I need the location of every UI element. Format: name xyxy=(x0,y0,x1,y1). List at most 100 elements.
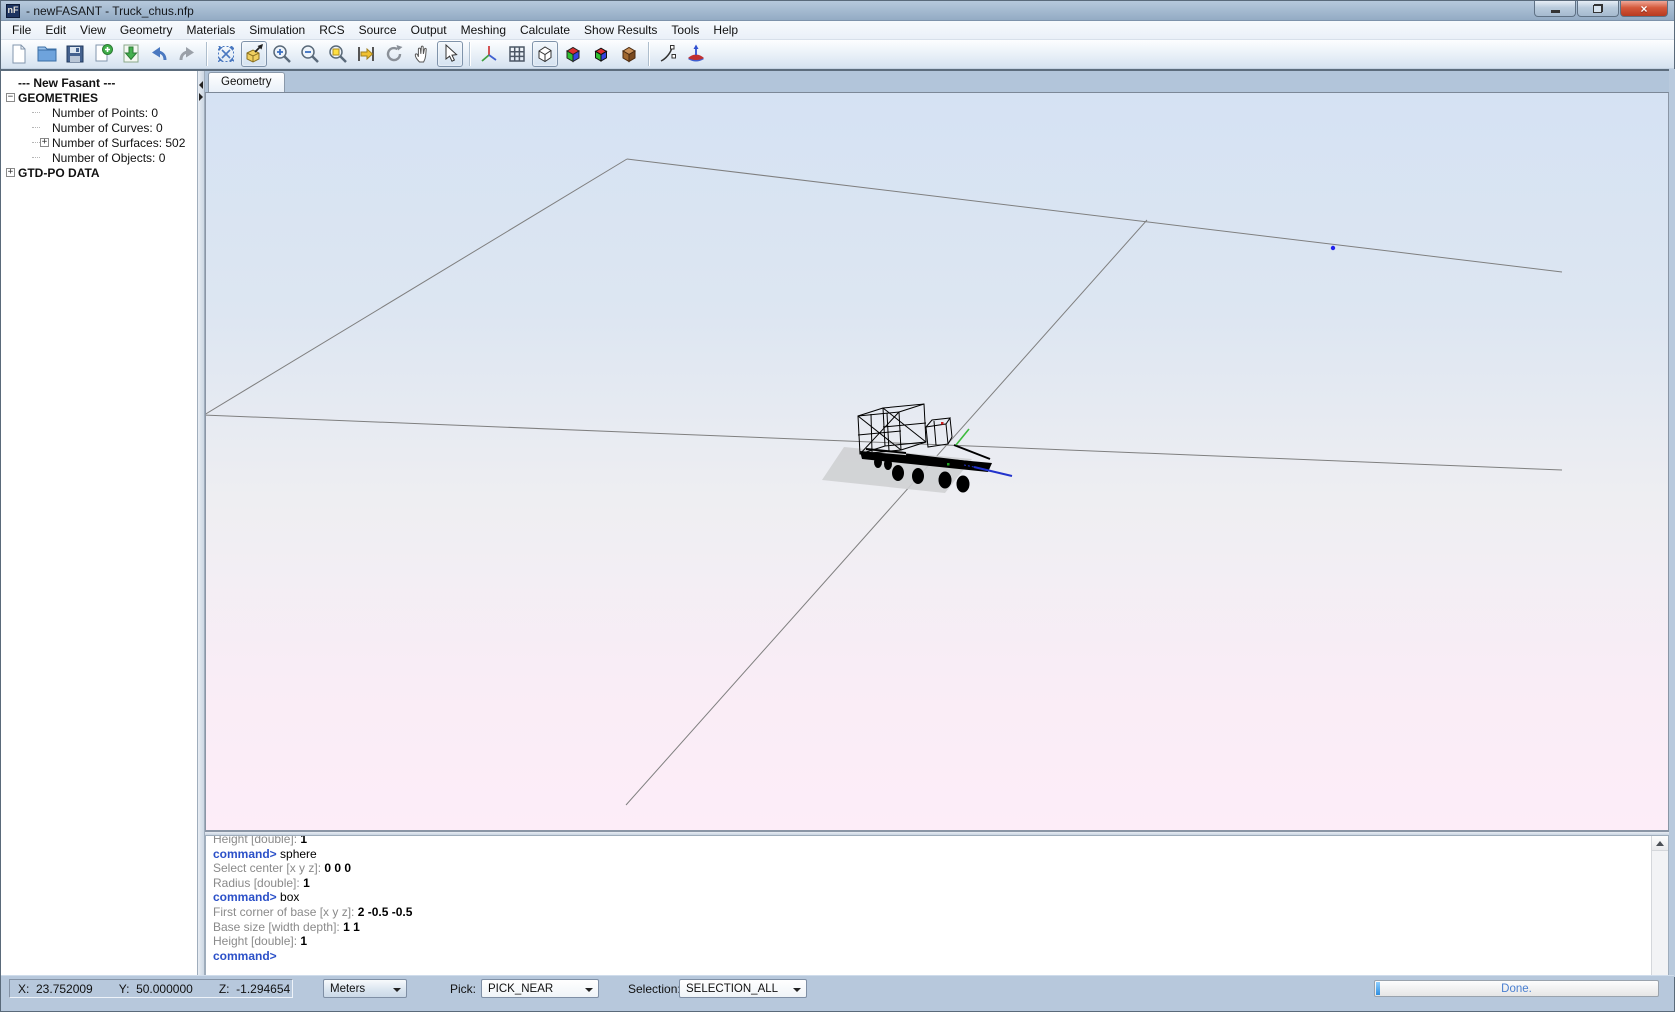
flat-view-icon[interactable] xyxy=(588,41,614,67)
zoom-window-icon[interactable] xyxy=(325,41,351,67)
tree-item-label: GEOMETRIES xyxy=(18,91,98,105)
param-label: Base size [width depth]: xyxy=(213,920,343,934)
minimize-button[interactable] xyxy=(1534,1,1576,17)
tree-item-gtd-po-data[interactable]: +GTD-PO DATA xyxy=(1,165,197,180)
menu-tools[interactable]: Tools xyxy=(664,21,706,39)
scroll-up-button[interactable] xyxy=(1652,836,1668,851)
restore-button[interactable] xyxy=(1577,1,1619,17)
zoom-in-icon[interactable] xyxy=(269,41,295,67)
menu-help[interactable]: Help xyxy=(706,21,745,39)
tree-item-label: --- New Fasant --- xyxy=(18,76,115,90)
tree-guide xyxy=(32,157,40,158)
tree-guide xyxy=(32,127,40,128)
expand-icon[interactable]: + xyxy=(6,168,15,177)
toolbar-separator xyxy=(469,42,470,66)
tree-item-label: Number of Curves: 0 xyxy=(52,121,163,135)
tree-item-number-of-surfaces-502[interactable]: +Number of Surfaces: 502 xyxy=(1,135,197,150)
menu-bar: FileEditViewGeometryMaterialsSimulationR… xyxy=(1,21,1674,40)
param-value: 1 xyxy=(300,934,307,948)
add-page-icon[interactable] xyxy=(90,41,116,67)
application-window: nF - newFASANT - Truck_chus.nfp × FileEd… xyxy=(0,0,1675,1012)
zoom-out-icon[interactable] xyxy=(297,41,323,67)
redo-icon[interactable] xyxy=(174,41,200,67)
menu-meshing[interactable]: Meshing xyxy=(454,21,513,39)
splitter-collapse-right-icon[interactable] xyxy=(199,93,203,101)
select-tool-icon[interactable] xyxy=(437,41,463,67)
toolbar xyxy=(1,40,1674,69)
grid-view-icon[interactable] xyxy=(504,41,530,67)
close-icon: × xyxy=(1640,2,1647,16)
menu-geometry[interactable]: Geometry xyxy=(113,21,180,39)
open-file-icon[interactable] xyxy=(34,41,60,67)
textured-view-icon[interactable] xyxy=(616,41,642,67)
fit-view-icon[interactable] xyxy=(213,41,239,67)
progress-text: Done. xyxy=(1501,983,1532,995)
command-text: sphere xyxy=(280,847,317,861)
project-tree-panel: --- New Fasant ---−GEOMETRIESNumber of P… xyxy=(1,71,198,977)
solid-view-icon[interactable] xyxy=(560,41,586,67)
title-bar: nF - newFASANT - Truck_chus.nfp × xyxy=(1,1,1674,21)
console-param-line: Select center [x y z]: 0 0 0 xyxy=(213,861,1647,876)
pan-view-icon[interactable] xyxy=(409,41,435,67)
param-label: Select center [x y z]: xyxy=(213,861,324,875)
wireframe-view-icon[interactable] xyxy=(532,41,558,67)
status-bar: X: 23.752009Y: 50.000000Z: -1.294654 Met… xyxy=(1,975,1674,1011)
main-area: --- New Fasant ---−GEOMETRIESNumber of P… xyxy=(1,69,1675,977)
tab-geometry[interactable]: Geometry xyxy=(208,72,285,92)
menu-output[interactable]: Output xyxy=(404,21,454,39)
units-value: Meters xyxy=(330,983,365,995)
menu-file[interactable]: File xyxy=(5,21,38,39)
save-file-icon[interactable] xyxy=(62,41,88,67)
chevron-down-icon xyxy=(393,988,401,992)
tree-item-label: Number of Points: 0 xyxy=(52,106,158,120)
console-command-line: command> sphere xyxy=(213,847,1647,862)
perspective-view-icon[interactable] xyxy=(241,41,267,67)
surface-normals-icon[interactable] xyxy=(683,41,709,67)
units-dropdown[interactable]: Meters xyxy=(323,979,407,998)
menu-edit[interactable]: Edit xyxy=(38,21,73,39)
expand-icon[interactable]: + xyxy=(40,138,49,147)
previous-view-icon[interactable] xyxy=(353,41,379,67)
tree-item-new-fasant[interactable]: --- New Fasant --- xyxy=(1,75,197,90)
rotate-view-icon[interactable] xyxy=(381,41,407,67)
toolbar-separator xyxy=(648,42,649,66)
console-scrollbar[interactable] xyxy=(1651,836,1668,976)
progress-fill xyxy=(1376,982,1380,995)
toolbar-separator xyxy=(206,42,207,66)
console-param-line: Base size [width depth]: 1 1 xyxy=(213,920,1647,935)
coordinate-z: Z: -1.294654 xyxy=(219,982,290,996)
selection-dropdown[interactable]: SELECTION_ALL xyxy=(679,979,807,998)
vertical-splitter[interactable] xyxy=(198,71,205,977)
tree-item-number-of-objects-0[interactable]: Number of Objects: 0 xyxy=(1,150,197,165)
menu-source[interactable]: Source xyxy=(352,21,404,39)
tree-item-geometries[interactable]: −GEOMETRIES xyxy=(1,90,197,105)
param-value: 2 -0.5 -0.5 xyxy=(358,905,413,919)
console-param-line: Height [double]: 1 xyxy=(213,835,1647,847)
splitter-collapse-left-icon[interactable] xyxy=(199,81,203,89)
viewport-3d[interactable] xyxy=(205,92,1669,831)
collapse-icon[interactable]: − xyxy=(6,93,15,102)
command-console[interactable]: Height [double]: 1command> sphereSelect … xyxy=(205,835,1669,977)
menu-calculate[interactable]: Calculate xyxy=(513,21,577,39)
console-command-line: command> box xyxy=(213,890,1647,905)
tree-item-number-of-points-0[interactable]: Number of Points: 0 xyxy=(1,105,197,120)
command-prompt: command> xyxy=(213,949,277,963)
menu-rcs[interactable]: RCS xyxy=(312,21,351,39)
close-button[interactable]: × xyxy=(1620,1,1668,17)
pick-dropdown[interactable]: PICK_NEAR xyxy=(481,979,599,998)
curve-tool-icon[interactable] xyxy=(655,41,681,67)
window-frame xyxy=(1669,69,1675,977)
axes-view-icon[interactable] xyxy=(476,41,502,67)
menu-materials[interactable]: Materials xyxy=(180,21,243,39)
new-file-icon[interactable] xyxy=(6,41,32,67)
import-icon[interactable] xyxy=(118,41,144,67)
param-label: Radius [double]: xyxy=(213,876,303,890)
undo-icon[interactable] xyxy=(146,41,172,67)
console-output: Height [double]: 1command> sphereSelect … xyxy=(206,835,1651,976)
command-prompt: command> xyxy=(213,847,280,861)
menu-view[interactable]: View xyxy=(73,21,113,39)
tree-item-number-of-curves-0[interactable]: Number of Curves: 0 xyxy=(1,120,197,135)
param-label: Height [double]: xyxy=(213,934,300,948)
menu-show-results[interactable]: Show Results xyxy=(577,21,664,39)
menu-simulation[interactable]: Simulation xyxy=(242,21,312,39)
